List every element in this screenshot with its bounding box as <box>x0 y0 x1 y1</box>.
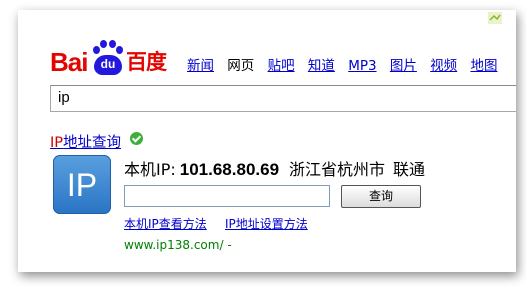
logo-text-du: du <box>100 57 116 71</box>
baidu-logo[interactable]: Bai du 百度 <box>50 40 180 80</box>
ip-icon-label: IP <box>66 167 98 203</box>
logo-text-baidu-cn: 百度 <box>126 50 167 74</box>
ip-location: 浙江省杭州市 <box>289 160 386 179</box>
nav-item-mp3[interactable]: MP3 <box>348 58 376 74</box>
nav-item-zhidao[interactable]: 知道 <box>308 58 335 74</box>
search-input[interactable]: ip <box>50 85 516 112</box>
query-button[interactable]: 查询 <box>341 185 421 208</box>
ip-label: 本机IP: <box>124 160 176 179</box>
ip-info-line: 本机IP: 101.68.80.69 浙江省杭州市 联通 <box>124 156 425 180</box>
logo-text-bai: Bai <box>50 47 88 77</box>
nav-item-map[interactable]: 地图 <box>470 58 497 74</box>
result-title-rest: 地址查询 <box>63 135 122 151</box>
ip-query-input[interactable] <box>124 185 330 207</box>
nav-item-images[interactable]: 图片 <box>390 58 417 74</box>
link-view-ip-method[interactable]: 本机IP查看方法 <box>124 215 207 232</box>
result-title-highlight: IP <box>50 135 64 151</box>
paw-icon: du <box>91 40 125 78</box>
ip-address: 101.68.80.69 <box>179 160 280 179</box>
result-url: www.ip138.com/ - <box>124 238 232 252</box>
verified-check-icon <box>130 132 143 145</box>
top-nav: 新闻 网页 贴吧 知道 MP3 图片 视频 地图 <box>187 54 506 74</box>
nav-item-news[interactable]: 新闻 <box>187 58 214 74</box>
result-title-link[interactable]: IP地址查询 <box>50 131 121 152</box>
search-query-text: ip <box>58 89 70 106</box>
nav-item-web: 网页 <box>227 58 255 74</box>
nav-item-tieba[interactable]: 贴吧 <box>268 58 295 74</box>
nav-item-video[interactable]: 视频 <box>430 58 457 74</box>
page-corner-icon <box>488 12 502 24</box>
ip-icon: IP <box>53 155 111 214</box>
browser-page: Bai du 百度 新闻 网页 贴吧 知道 MP3 图片 视频 地图 ip IP… <box>18 10 516 272</box>
ip-isp: 联通 <box>393 160 426 179</box>
link-ip-settings-method[interactable]: IP地址设置方法 <box>225 215 308 232</box>
